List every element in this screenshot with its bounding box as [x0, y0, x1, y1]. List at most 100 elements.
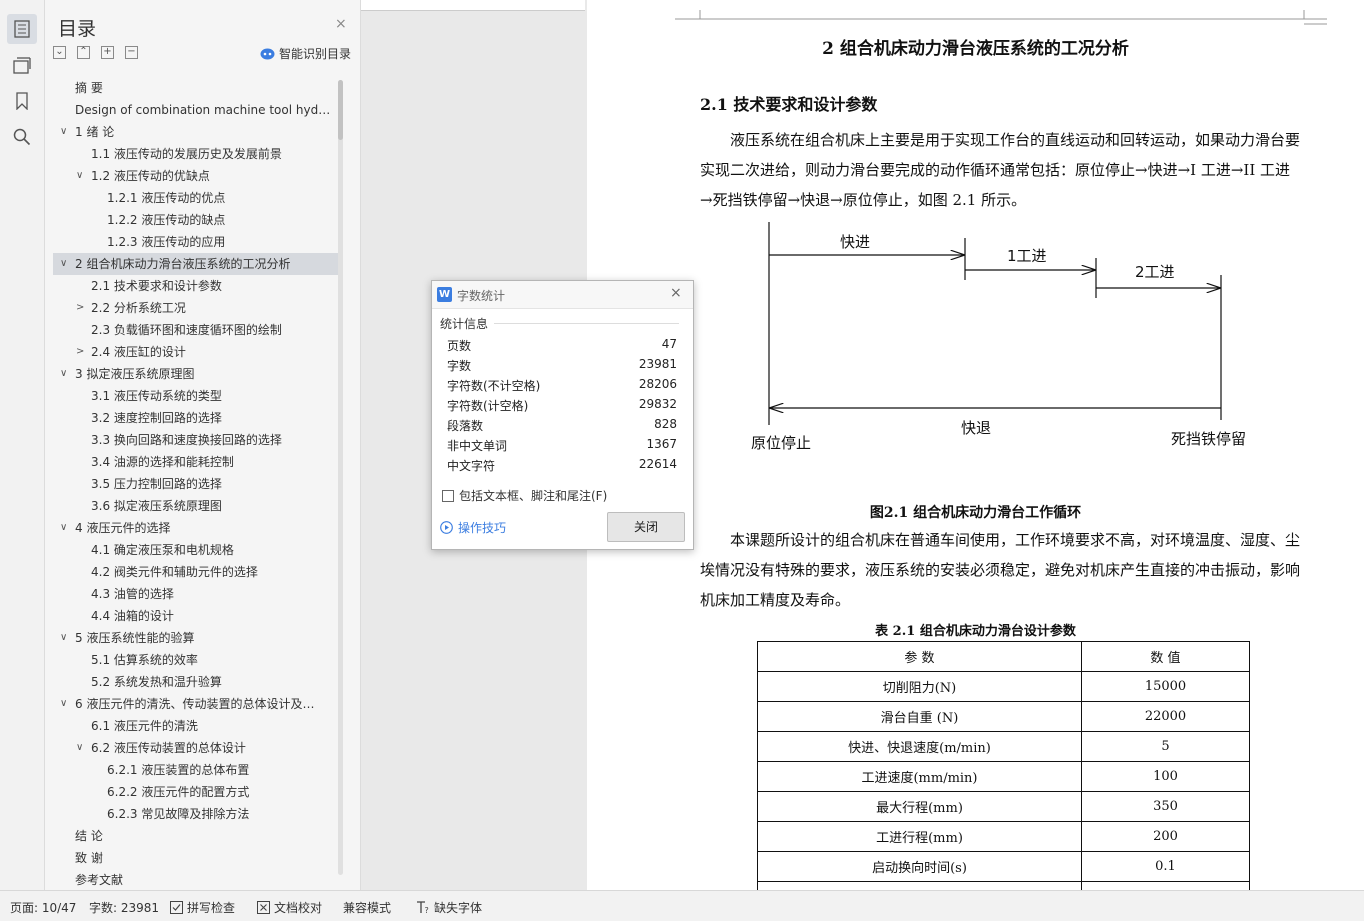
toc-item-label: 3.2 速度控制回路的选择	[91, 411, 222, 425]
toc-item[interactable]: 3.6 拟定液压系统原理图	[53, 495, 338, 517]
include-textbox-checkbox[interactable]: 包括文本框、脚注和尾注(F)	[442, 487, 607, 504]
chevron-down-icon[interactable]: ∨	[60, 253, 67, 275]
tips-link[interactable]: 操作技巧	[440, 519, 506, 536]
toc-item[interactable]: 致 谢	[53, 847, 338, 869]
stat-value: 29832	[638, 397, 677, 411]
stat-label: 字符数(计空格)	[447, 399, 529, 413]
toc-item[interactable]: ∨ 2 组合机床动力滑台液压系统的工况分析	[53, 253, 338, 275]
toc-item[interactable]: >2.4 液压缸的设计	[53, 341, 338, 363]
chevron-down-icon[interactable]: ∨	[76, 737, 83, 759]
table-row: 最大行程(mm) 350	[757, 791, 1250, 822]
toc-item-label: Design of combination machine tool hydr…	[75, 103, 334, 117]
toc-item[interactable]: 5.1 估算系统的效率	[53, 649, 338, 671]
chevron-down-icon[interactable]: ∨	[60, 627, 67, 649]
table-row	[757, 881, 1250, 890]
toc-item[interactable]: ∨ 3 拟定液压系统原理图	[53, 363, 338, 385]
checkbox-box[interactable]	[442, 489, 454, 502]
toc-item[interactable]: 参考文献	[53, 869, 338, 891]
remove-heading-button[interactable]: −	[125, 46, 138, 59]
toc-item[interactable]: 6.2.2 液压元件的配置方式	[53, 781, 338, 803]
dialog-header[interactable]: W 字数统计 ×	[432, 281, 693, 309]
toc-item-label: 1.1 液压传动的发展历史及发展前景	[91, 147, 282, 161]
toc-item-label: 3.1 液压传动系统的类型	[91, 389, 222, 403]
smart-toc-button[interactable]: 智能识别目录	[260, 45, 351, 62]
toc-item[interactable]: 1.2.2 液压传动的缺点	[53, 209, 338, 231]
toc-item[interactable]: ∨ 5 液压系统性能的验算	[53, 627, 338, 649]
table-caption: 表 2.1 组合机床动力滑台设计参数	[875, 624, 1076, 639]
toc-item-label: 4 液压元件的选择	[75, 521, 171, 535]
toc-item[interactable]: 4.4 油箱的设计	[53, 605, 338, 627]
toc-item[interactable]: ∨ 1.2 液压传动的优缺点	[53, 165, 338, 187]
page-indicator[interactable]: 页面: 10/47	[10, 899, 76, 916]
toc-item-label: 3 拟定液压系统原理图	[75, 367, 195, 381]
toc-item[interactable]: >2.2 分析系统工况	[53, 297, 338, 319]
toc-item[interactable]: 1.2.1 液压传动的优点	[53, 187, 338, 209]
label-dwell: 死挡铁停留	[1171, 430, 1246, 448]
chevron-right-icon[interactable]: >	[76, 297, 84, 319]
wps-writer-logo-icon: W	[437, 287, 452, 302]
document-page[interactable]: 2 组合机床动力滑台液压系统的工况分析 2.1 技术要求和设计参数 液压系统在组…	[587, 0, 1364, 890]
tips-label: 操作技巧	[458, 521, 507, 535]
toc-item[interactable]: 4.3 油管的选择	[53, 583, 338, 605]
add-heading-button[interactable]: +	[101, 46, 114, 59]
checkbox-label: 包括文本框、脚注和尾注(F)	[459, 489, 608, 503]
expand-up-button[interactable]: ⌃	[77, 46, 90, 59]
chevron-down-icon[interactable]: ∨	[60, 363, 67, 385]
toc-item[interactable]: 6.1 液压元件的清洗	[53, 715, 338, 737]
collapse-all-button[interactable]: ⌄	[53, 46, 66, 59]
toc-close-icon[interactable]: ×	[335, 16, 347, 32]
toc-item-label: 结 论	[75, 829, 103, 843]
param-value-cell: 350	[1081, 791, 1250, 822]
toc-item[interactable]: ∨ 6.2 液压传动装置的总体设计	[53, 737, 338, 759]
bookmark-icon[interactable]	[7, 86, 37, 116]
toc-item[interactable]: ∨ 4 液压元件的选择	[53, 517, 338, 539]
toc-item[interactable]: 3.5 压力控制回路的选择	[53, 473, 338, 495]
chevron-down-icon[interactable]: ∨	[60, 517, 67, 539]
param-value-cell: 100	[1081, 761, 1250, 792]
stat-value: 47	[661, 337, 677, 351]
toc-item-label: 2.1 技术要求和设计参数	[91, 279, 222, 293]
toc-item[interactable]: 1.1 液压传动的发展历史及发展前景	[53, 143, 338, 165]
toc-item[interactable]: 3.4 油源的选择和能耗控制	[53, 451, 338, 473]
toc-scrollbar[interactable]	[338, 80, 343, 875]
search-icon[interactable]	[7, 122, 37, 152]
toc-item[interactable]: Design of combination machine tool hydr…	[53, 99, 338, 121]
compat-mode-label: 兼容模式	[343, 901, 392, 915]
toc-item[interactable]: 3.1 液压传动系统的类型	[53, 385, 338, 407]
toc-item[interactable]: 6.2.1 液压装置的总体布置	[53, 759, 338, 781]
toc-item[interactable]: 4.1 确定液压泵和电机规格	[53, 539, 338, 561]
toc-item[interactable]: 6.2.3 常见故障及排除方法	[53, 803, 338, 825]
stat-label: 页数	[447, 339, 472, 353]
dialog-close-icon[interactable]: ×	[670, 285, 682, 301]
toc-item[interactable]: 2.3 负载循环图和速度循环图的绘制	[53, 319, 338, 341]
toc-item[interactable]: 摘 要	[53, 77, 338, 99]
proofread-button[interactable]: 文档校对	[257, 899, 322, 916]
chevron-down-icon[interactable]: ∨	[60, 693, 67, 715]
word-count-indicator[interactable]: 字数: 23981	[89, 899, 159, 916]
toc-scroll-thumb[interactable]	[338, 80, 343, 140]
chevron-down-icon[interactable]: ∨	[60, 121, 67, 143]
toc-item[interactable]: 2.1 技术要求和设计参数	[53, 275, 338, 297]
toc-panel-icon[interactable]	[7, 14, 37, 44]
missing-font-button[interactable]: ? 缺失字体	[416, 899, 482, 916]
work-cycle-figure: 快进 1工进 2工进 快退 原位停止 死挡铁停留	[751, 222, 1246, 452]
label-fast-back: 快退	[961, 419, 991, 437]
toc-item-label: 1.2 液压传动的优缺点	[91, 169, 210, 183]
chapter-title: 2 组合机床动力滑台液压系统的工况分析	[822, 39, 1129, 59]
toc-item[interactable]: 3.3 换向回路和速度换接回路的选择	[53, 429, 338, 451]
spell-check-button[interactable]: 拼写检查	[170, 899, 235, 916]
navigation-icon[interactable]	[7, 50, 37, 80]
toc-item[interactable]: 结 论	[53, 825, 338, 847]
stat-label: 字数	[447, 359, 472, 373]
toc-item[interactable]: 3.2 速度控制回路的选择	[53, 407, 338, 429]
toc-item[interactable]: ∨ 6 液压元件的清洗、传动装置的总体设计及…	[53, 693, 338, 715]
toc-item[interactable]: 5.2 系统发热和温升验算	[53, 671, 338, 693]
chevron-down-icon[interactable]: ∨	[76, 165, 83, 187]
close-button[interactable]: 关闭	[607, 512, 685, 542]
toc-item[interactable]: ∨ 1 绪 论	[53, 121, 338, 143]
chevron-right-icon[interactable]: >	[76, 341, 84, 363]
stat-value: 828	[654, 417, 677, 431]
toc-item[interactable]: 1.2.3 液压传动的应用	[53, 231, 338, 253]
toc-item[interactable]: 4.2 阀类元件和辅助元件的选择	[53, 561, 338, 583]
toc-item-label: 3.3 换向回路和速度换接回路的选择	[91, 433, 282, 447]
